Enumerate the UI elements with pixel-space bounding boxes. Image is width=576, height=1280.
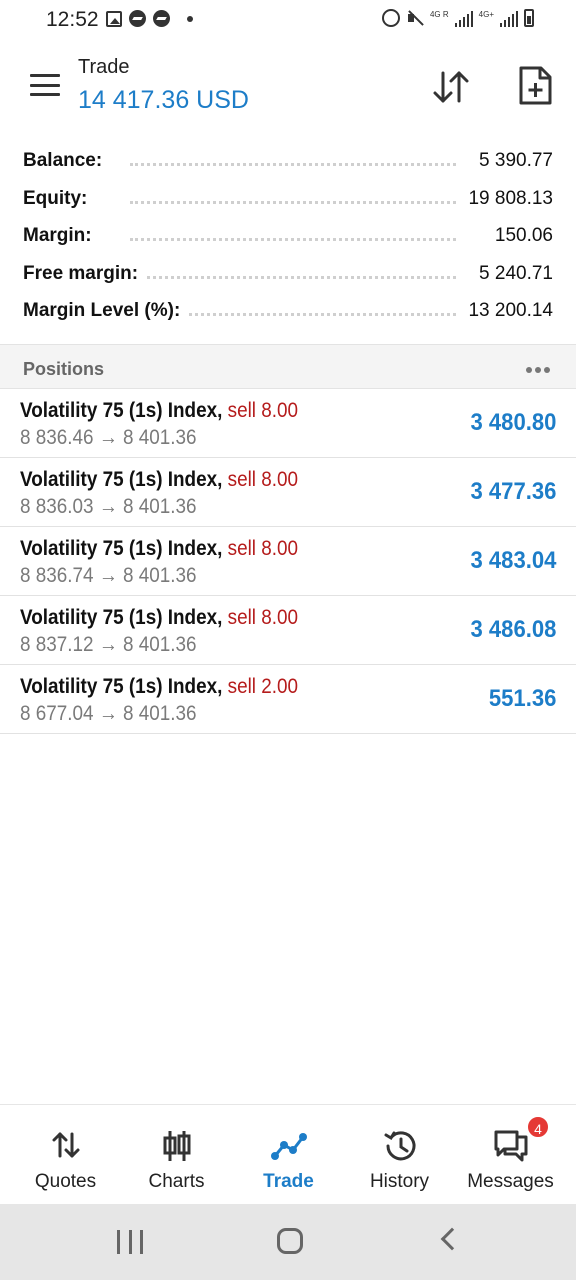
- summary-label: Margin Level (%):: [23, 300, 189, 322]
- sort-icon[interactable]: [432, 70, 470, 104]
- mute-icon: [406, 9, 424, 27]
- messages-icon: [494, 1130, 527, 1162]
- battery-icon: [524, 9, 534, 27]
- notification-icons: [106, 10, 193, 27]
- position-prices: 8 837.12 → 8 401.36: [20, 633, 197, 656]
- position-title: Volatility 75 (1s) Index, sell 8.00: [20, 606, 298, 630]
- position-profit: 551.36: [488, 685, 556, 712]
- nav-history[interactable]: History: [342, 1105, 457, 1205]
- system-navigation-bar: [0, 1204, 576, 1280]
- recent-apps-button[interactable]: [117, 1230, 143, 1254]
- gallery-icon: [106, 10, 122, 27]
- history-icon: [384, 1131, 415, 1161]
- summary-row: Margin Level (%): 13 200.14: [0, 290, 576, 328]
- summary-value: 13 200.14: [460, 300, 553, 322]
- position-row[interactable]: Volatility 75 (1s) Index, sell 8.00 8 837…: [0, 596, 576, 665]
- dotted-leader: [130, 238, 456, 241]
- messenger-icon: [129, 10, 146, 27]
- position-side: sell 2.00: [227, 675, 299, 698]
- position-symbol: Volatility 75 (1s) Index,: [20, 606, 223, 629]
- dot-icon: [187, 15, 193, 22]
- summary-label: Equity:: [23, 187, 96, 210]
- menu-icon[interactable]: [30, 74, 60, 98]
- nav-charts-label: Charts: [148, 1171, 205, 1192]
- positions-list: Volatility 75 (1s) Index, sell 8.00 8 836…: [0, 389, 576, 734]
- position-title: Volatility 75 (1s) Index, sell 2.00: [20, 675, 298, 699]
- summary-value: 5 390.77: [471, 150, 553, 172]
- summary-label: Balance:: [23, 150, 111, 172]
- nav-quotes[interactable]: Quotes: [8, 1105, 123, 1205]
- quotes-icon: [52, 1132, 79, 1158]
- summary-label: Free margin:: [23, 262, 147, 285]
- position-profit: 3 477.36: [470, 478, 556, 505]
- position-row[interactable]: Volatility 75 (1s) Index, sell 8.00 8 836…: [0, 527, 576, 596]
- home-button[interactable]: [277, 1228, 303, 1254]
- position-title: Volatility 75 (1s) Index, sell 8.00: [20, 468, 298, 492]
- position-profit: 3 483.04: [470, 547, 556, 574]
- nav-history-label: History: [369, 1171, 430, 1192]
- status-time: 12:52: [46, 8, 99, 31]
- nav-messages-label: Messages: [467, 1171, 554, 1192]
- app-bar: Trade 14 417.36 USD: [0, 48, 576, 130]
- summary-value: 19 808.13: [460, 187, 553, 210]
- alarm-icon: [381, 9, 400, 27]
- position-profit: 3 486.08: [470, 616, 556, 643]
- nav-charts[interactable]: Charts: [119, 1105, 234, 1205]
- signal-icon: [454, 11, 473, 27]
- position-row[interactable]: Volatility 75 (1s) Index, sell 2.00 8 677…: [0, 665, 576, 734]
- position-row[interactable]: Volatility 75 (1s) Index, sell 8.00 8 836…: [0, 389, 576, 458]
- messages-badge: 4: [526, 1115, 550, 1139]
- summary-label: Margin:: [23, 225, 100, 247]
- sim2-tag: 4G+: [478, 10, 494, 19]
- summary-row: Margin: 150.06: [0, 215, 576, 253]
- position-prices: 8 836.74 → 8 401.36: [20, 564, 197, 587]
- summary-value: 5 240.71: [471, 262, 553, 285]
- dotted-leader: [130, 163, 456, 166]
- sim1-tag: 4G R: [429, 10, 449, 19]
- charts-icon: [163, 1131, 190, 1161]
- position-profit: 3 480.80: [470, 409, 556, 436]
- position-prices: 8 836.03 → 8 401.36: [20, 495, 197, 518]
- position-side: sell 8.00: [227, 468, 299, 491]
- position-symbol: Volatility 75 (1s) Index,: [20, 675, 223, 698]
- nav-trade[interactable]: Trade: [231, 1105, 346, 1205]
- messenger-icon: [153, 10, 170, 27]
- summary-value: 150.06: [486, 225, 553, 247]
- summary-row: Equity: 19 808.13: [0, 178, 576, 216]
- position-title: Volatility 75 (1s) Index, sell 8.00: [20, 537, 298, 561]
- position-side: sell 8.00: [227, 537, 299, 560]
- signal-icon: [500, 11, 518, 27]
- position-side: sell 8.00: [227, 399, 299, 422]
- nav-quotes-label: Quotes: [34, 1171, 97, 1192]
- position-prices: 8 677.04 → 8 401.36: [20, 702, 197, 725]
- system-icons: 4G R 4G+: [381, 9, 534, 27]
- nav-trade-label: Trade: [263, 1171, 314, 1192]
- position-row[interactable]: Volatility 75 (1s) Index, sell 8.00 8 836…: [0, 458, 576, 527]
- page-title: Trade: [78, 56, 130, 78]
- nav-messages[interactable]: 4 Messages: [453, 1105, 568, 1205]
- dotted-leader: [130, 200, 456, 204]
- bottom-navigation: Quotes Charts Trade History 4 Messages: [0, 1104, 576, 1204]
- summary-row: Balance: 5 390.77: [0, 140, 576, 178]
- dotted-leader: [130, 275, 456, 279]
- position-prices: 8 836.46 → 8 401.36: [20, 426, 197, 449]
- account-balance: 14 417.36 USD: [78, 86, 249, 114]
- positions-header: Positions: [0, 344, 576, 389]
- more-options-icon[interactable]: [526, 367, 550, 373]
- trade-icon: [270, 1133, 307, 1160]
- account-summary: Balance: 5 390.77 Equity: 19 808.13 Margin: 1…: [0, 140, 576, 328]
- status-bar: 12:52 4G R 4G+: [0, 0, 576, 40]
- position-title: Volatility 75 (1s) Index, sell 8.00: [20, 399, 298, 423]
- positions-title: Positions: [23, 359, 105, 379]
- new-order-icon[interactable]: [517, 66, 553, 106]
- position-symbol: Volatility 75 (1s) Index,: [20, 537, 223, 560]
- summary-row: Free margin: 5 240.71: [0, 253, 576, 291]
- position-symbol: Volatility 75 (1s) Index,: [20, 399, 223, 422]
- back-button[interactable]: [440, 1227, 464, 1251]
- position-symbol: Volatility 75 (1s) Index,: [20, 468, 223, 491]
- position-side: sell 8.00: [227, 606, 299, 629]
